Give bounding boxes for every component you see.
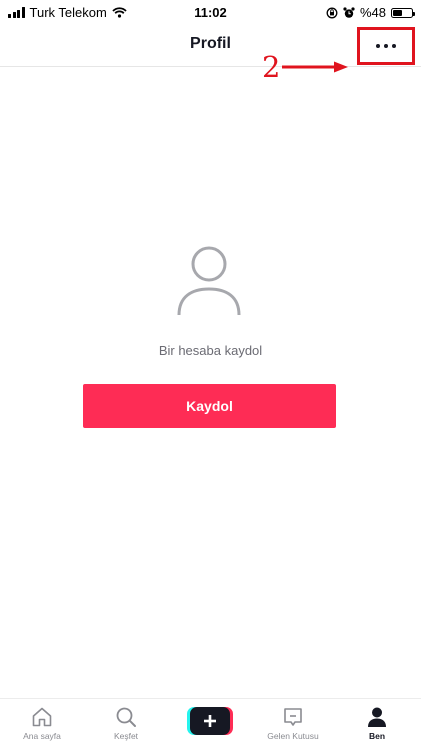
home-icon bbox=[32, 707, 52, 727]
more-dots-icon bbox=[376, 44, 396, 48]
inbox-icon bbox=[284, 708, 302, 726]
battery-level bbox=[393, 9, 402, 16]
signup-button[interactable]: Kaydol bbox=[83, 384, 336, 428]
battery-percent: %48 bbox=[359, 5, 386, 20]
create-button[interactable] bbox=[187, 707, 233, 735]
nav-item-inbox[interactable]: Gelen Kutusu bbox=[251, 699, 335, 749]
alarm-icon bbox=[343, 6, 355, 18]
top-header: Profil 2 bbox=[0, 26, 421, 81]
more-options-button[interactable] bbox=[357, 27, 415, 65]
step-annotation: 2 bbox=[262, 49, 349, 84]
bottom-navigation: Ana sayfa Keşfet Gelen Kutusu Ben bbox=[0, 698, 421, 749]
nav-label-profile: Ben bbox=[368, 731, 386, 741]
rotation-lock-icon bbox=[326, 7, 338, 18]
nav-label-inbox: Gelen Kutusu bbox=[267, 731, 319, 741]
profile-icon bbox=[368, 707, 386, 727]
create-plus-icon bbox=[204, 715, 216, 727]
step-number: 2 bbox=[262, 49, 281, 84]
annotation-arrow-icon bbox=[282, 61, 349, 73]
nav-item-discover[interactable]: Keşfet bbox=[84, 699, 168, 749]
status-bar: Turk Telekom 11:02 %48 bbox=[0, 0, 421, 26]
battery-icon bbox=[391, 7, 415, 18]
search-icon bbox=[116, 707, 136, 727]
user-outline-icon bbox=[177, 246, 241, 316]
nav-item-profile[interactable]: Ben bbox=[335, 699, 419, 749]
nav-item-home[interactable]: Ana sayfa bbox=[0, 699, 84, 749]
signup-prompt: Bir hesaba kaydol bbox=[158, 343, 263, 358]
status-bar-right: %48 bbox=[326, 5, 415, 20]
nav-label-discover: Keşfet bbox=[113, 731, 139, 741]
nav-label-home: Ana sayfa bbox=[23, 731, 61, 741]
